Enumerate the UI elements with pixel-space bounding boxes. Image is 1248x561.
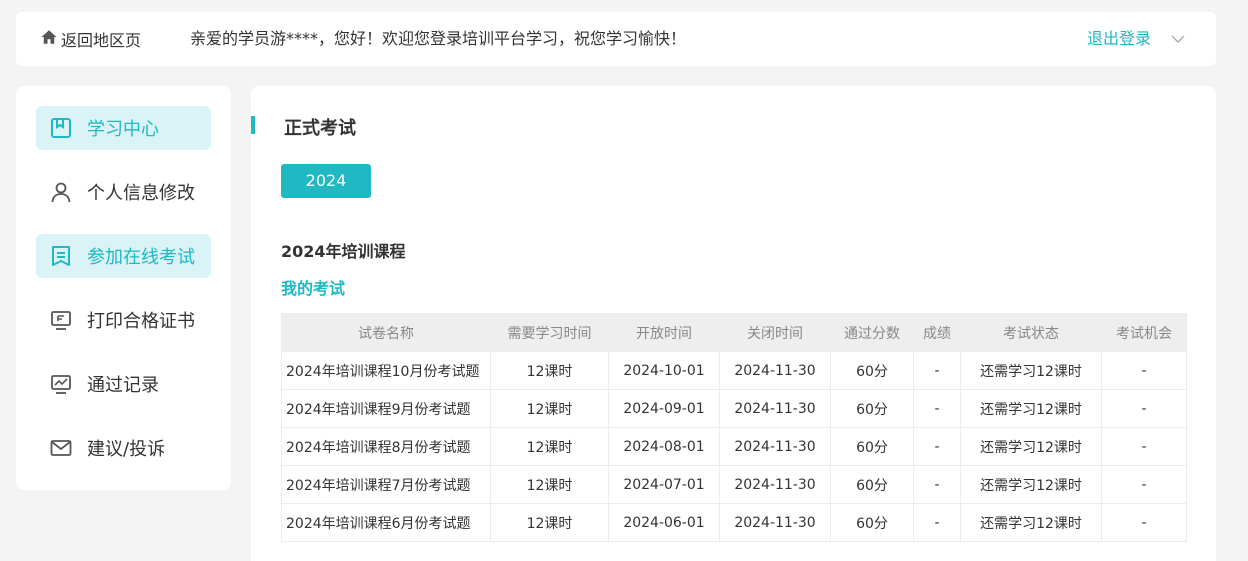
sidebar-item-label: 参加在线考试: [87, 247, 195, 268]
column-header: 关闭时间: [719, 313, 831, 352]
column-header: 开放时间: [608, 313, 720, 352]
score-cell: -: [913, 389, 961, 428]
sidebar: 学习中心 个人信息修改 参加在线考试 打印合格证书 通过记录 建议/投诉: [16, 86, 231, 490]
pass-score-cell: 60分: [830, 465, 914, 504]
column-header: 通过分数: [830, 313, 914, 352]
table-row[interactable]: 2024年培训课程9月份考试题 12课时 2024-09-01 2024-11-…: [281, 389, 1187, 428]
column-header: 试卷名称: [281, 313, 491, 352]
table-header-row: 试卷名称 需要学习时间 开放时间 关闭时间 通过分数 成绩 考试状态 考试机会: [281, 313, 1187, 352]
year-tab-button[interactable]: 2024: [281, 164, 371, 198]
study-time-cell: 12课时: [490, 351, 609, 390]
sidebar-item-label: 个人信息修改: [87, 183, 195, 204]
home-icon: [40, 28, 58, 50]
close-date-cell: 2024-11-30: [719, 389, 831, 428]
back-link-label: 返回地区页: [61, 31, 142, 50]
study-time-cell: 12课时: [490, 427, 609, 466]
exam-name-cell: 2024年培训课程9月份考试题: [281, 389, 491, 428]
column-header: 考试机会: [1101, 313, 1187, 352]
study-time-cell: 12课时: [490, 503, 609, 542]
mail-icon: [49, 436, 73, 460]
study-time-cell: 12课时: [490, 389, 609, 428]
exam-name-cell: 2024年培训课程7月份考试题: [281, 465, 491, 504]
score-cell: -: [913, 351, 961, 390]
sidebar-item-label: 建议/投诉: [87, 439, 166, 460]
document-icon: [49, 244, 73, 268]
logout-link[interactable]: 退出登录: [1087, 12, 1151, 66]
top-bar: 返回地区页 亲爱的学员游****，您好！欢迎您登录培训平台学习，祝您学习愉快！ …: [16, 12, 1216, 66]
sidebar-item-learning-center[interactable]: 学习中心: [36, 106, 211, 150]
exam-chances-cell: -: [1101, 389, 1187, 428]
sidebar-item-label: 打印合格证书: [87, 311, 195, 332]
score-cell: -: [913, 427, 961, 466]
exam-chances-cell: -: [1101, 351, 1187, 390]
pass-score-cell: 60分: [830, 427, 914, 466]
score-cell: -: [913, 503, 961, 542]
table-row[interactable]: 2024年培训课程7月份考试题 12课时 2024-07-01 2024-11-…: [281, 465, 1187, 504]
welcome-message: 亲爱的学员游****，您好！欢迎您登录培训平台学习，祝您学习愉快！: [190, 29, 687, 48]
close-date-cell: 2024-11-30: [719, 503, 831, 542]
sidebar-item-label: 通过记录: [87, 375, 159, 396]
sidebar-item-label: 学习中心: [87, 119, 159, 140]
course-title: 2024年培训课程: [281, 242, 406, 261]
exam-status-cell: 还需学习12课时: [960, 465, 1102, 504]
exam-table: 试卷名称 需要学习时间 开放时间 关闭时间 通过分数 成绩 考试状态 考试机会 …: [281, 313, 1187, 542]
chart-icon: [49, 372, 73, 396]
table-row[interactable]: 2024年培训课程6月份考试题 12课时 2024-06-01 2024-11-…: [281, 503, 1187, 542]
exam-status-cell: 还需学习12课时: [960, 503, 1102, 542]
back-to-region-link[interactable]: 返回地区页: [40, 12, 141, 66]
close-date-cell: 2024-11-30: [719, 351, 831, 390]
exam-chances-cell: -: [1101, 427, 1187, 466]
open-date-cell: 2024-06-01: [608, 503, 720, 542]
exam-status-cell: 还需学习12课时: [960, 427, 1102, 466]
close-date-cell: 2024-11-30: [719, 427, 831, 466]
exam-name-cell: 2024年培训课程10月份考试题: [281, 351, 491, 390]
close-date-cell: 2024-11-30: [719, 465, 831, 504]
pass-score-cell: 60分: [830, 503, 914, 542]
sidebar-item-profile-edit[interactable]: 个人信息修改: [36, 170, 211, 214]
section-title: 正式考试: [284, 118, 356, 139]
open-date-cell: 2024-07-01: [608, 465, 720, 504]
open-date-cell: 2024-09-01: [608, 389, 720, 428]
bookmark-book-icon: [49, 116, 73, 140]
table-row[interactable]: 2024年培训课程10月份考试题 12课时 2024-10-01 2024-11…: [281, 351, 1187, 390]
user-icon: [49, 180, 73, 204]
exam-status-cell: 还需学习12课时: [960, 351, 1102, 390]
table-row[interactable]: 2024年培训课程8月份考试题 12课时 2024-08-01 2024-11-…: [281, 427, 1187, 466]
section-accent-bar: [251, 116, 255, 134]
exam-name-cell: 2024年培训课程8月份考试题: [281, 427, 491, 466]
exam-chances-cell: -: [1101, 503, 1187, 542]
pass-score-cell: 60分: [830, 389, 914, 428]
main-panel: 正式考试 2024 2024年培训课程 我的考试 试卷名称 需要学习时间 开放时…: [251, 86, 1216, 561]
exam-chances-cell: -: [1101, 465, 1187, 504]
column-header: 成绩: [913, 313, 961, 352]
my-exam-label: 我的考试: [281, 279, 346, 298]
sidebar-item-feedback[interactable]: 建议/投诉: [36, 426, 211, 470]
sidebar-item-pass-records[interactable]: 通过记录: [36, 362, 211, 406]
exam-name-cell: 2024年培训课程6月份考试题: [281, 503, 491, 542]
open-date-cell: 2024-08-01: [608, 427, 720, 466]
exam-status-cell: 还需学习12课时: [960, 389, 1102, 428]
column-header: 需要学习时间: [490, 313, 609, 352]
sidebar-item-online-exam[interactable]: 参加在线考试: [36, 234, 211, 278]
chevron-down-icon[interactable]: [1169, 31, 1187, 47]
column-header: 考试状态: [960, 313, 1102, 352]
open-date-cell: 2024-10-01: [608, 351, 720, 390]
study-time-cell: 12课时: [490, 465, 609, 504]
pass-score-cell: 60分: [830, 351, 914, 390]
score-cell: -: [913, 465, 961, 504]
sidebar-item-print-certificate[interactable]: 打印合格证书: [36, 298, 211, 342]
monitor-icon: [49, 308, 73, 332]
